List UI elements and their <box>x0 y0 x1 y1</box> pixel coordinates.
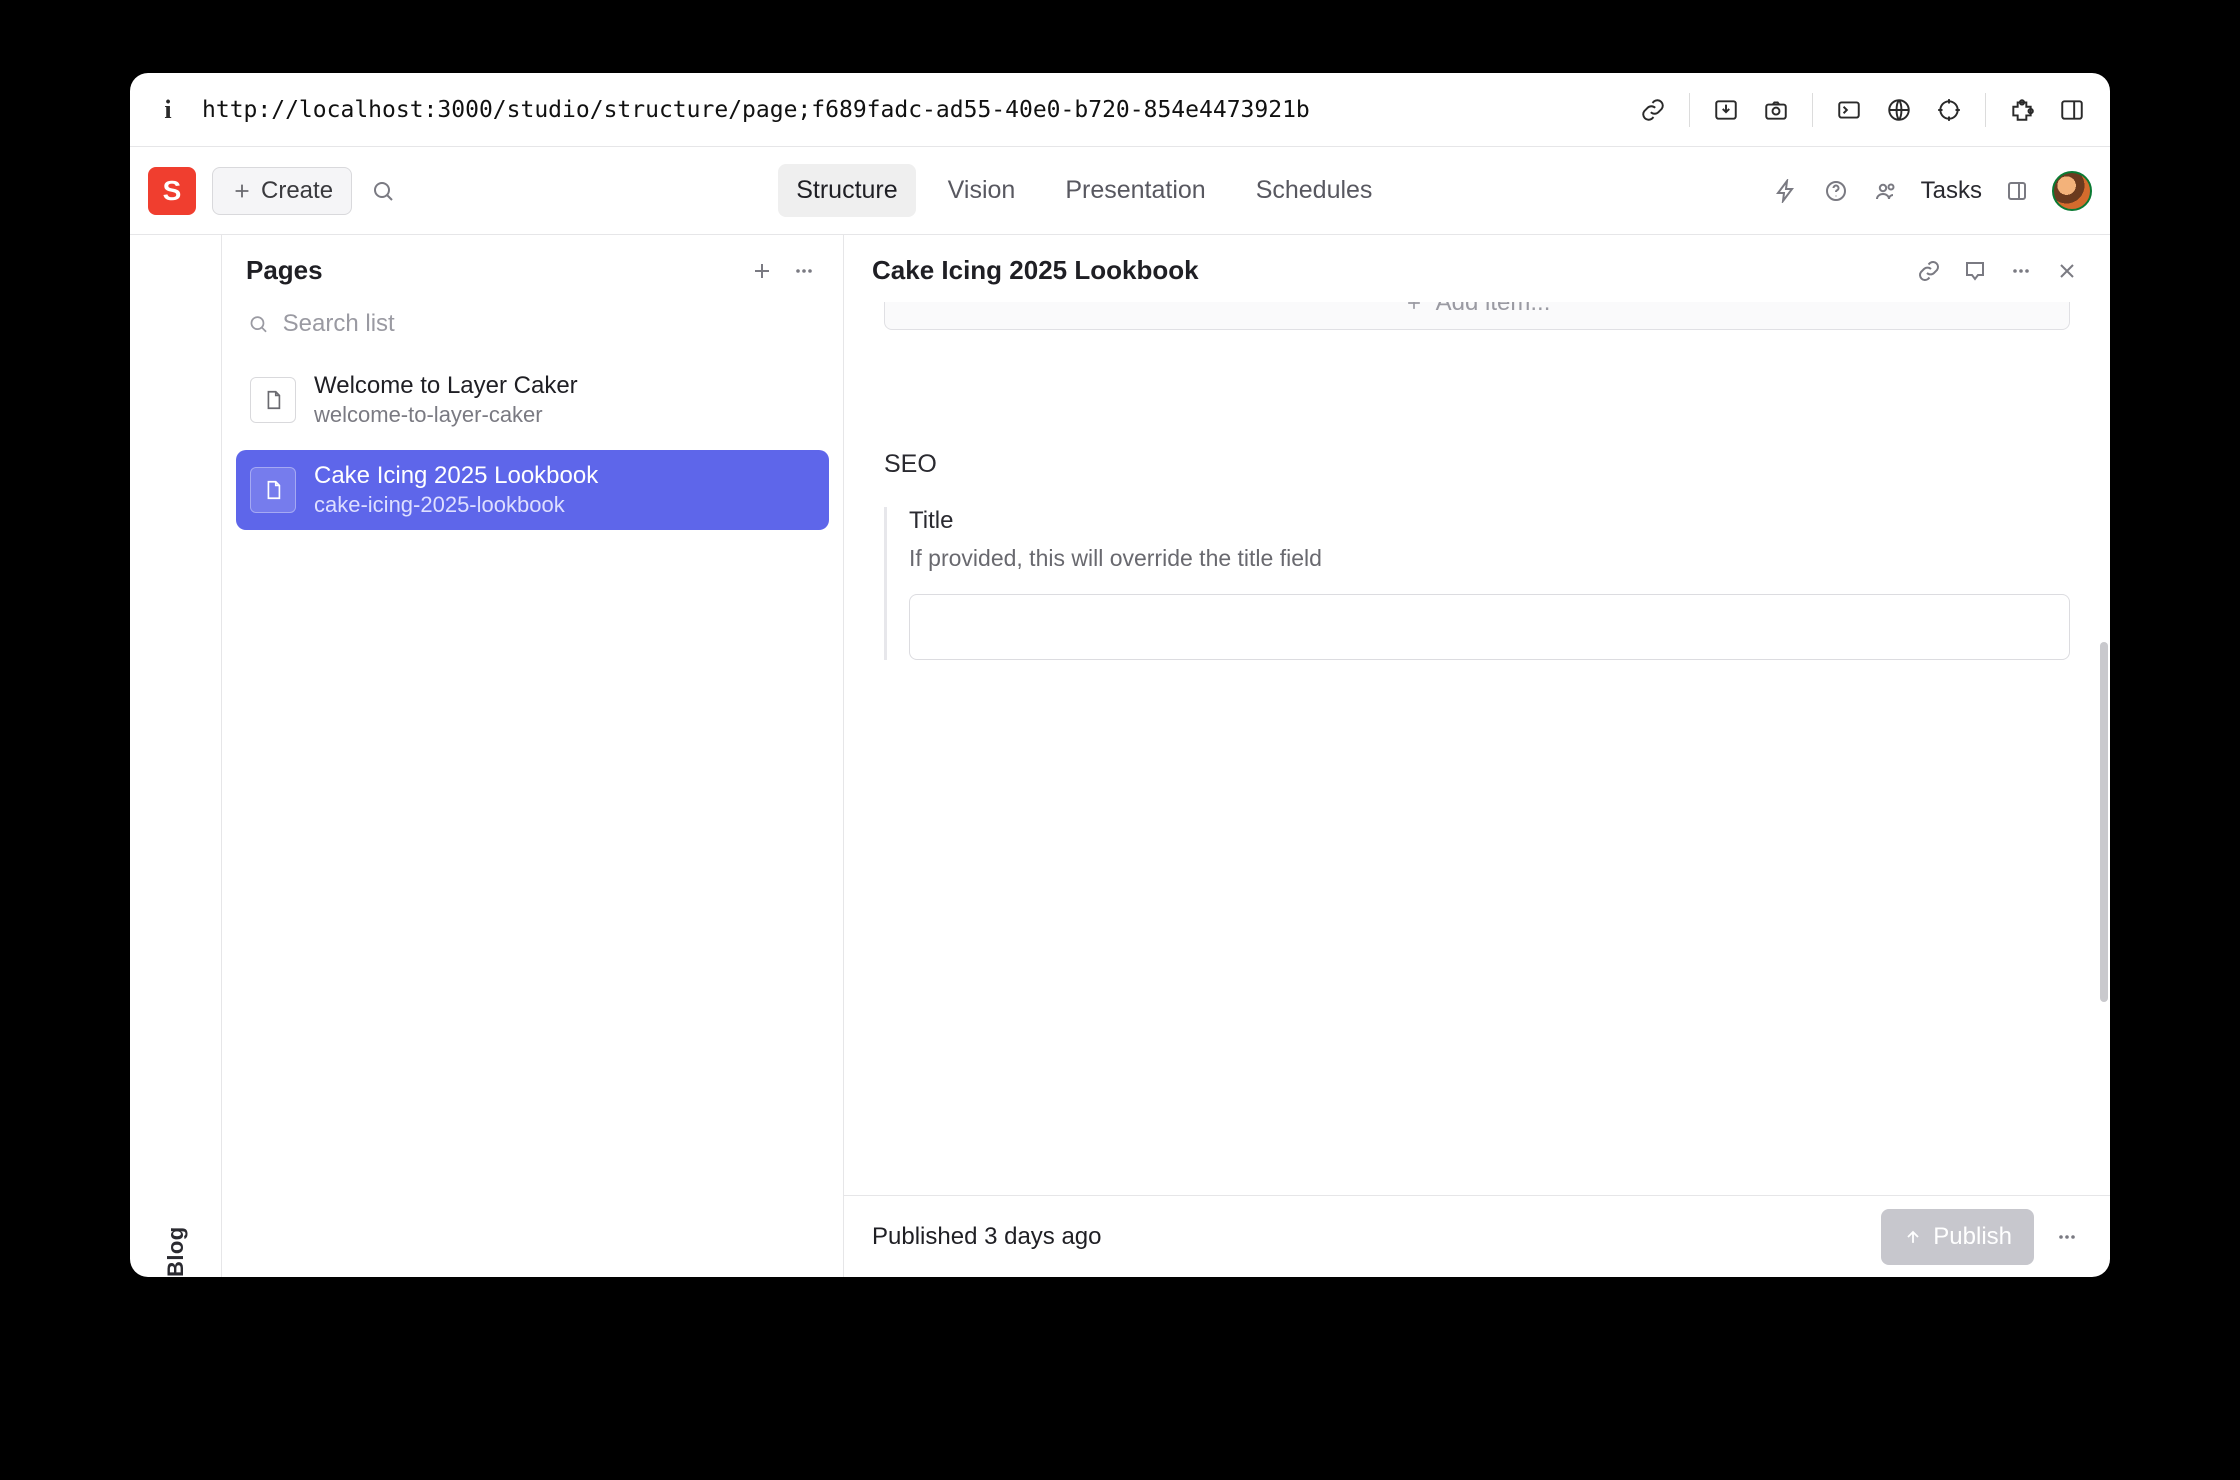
bolt-icon[interactable] <box>1771 176 1801 206</box>
create-button-label: Create <box>261 177 333 205</box>
download-tray-icon[interactable] <box>1712 96 1740 124</box>
publish-button[interactable]: Publish <box>1881 1209 2034 1265</box>
seo-title-input[interactable] <box>909 594 2070 660</box>
nav-tabs: Structure Vision Presentation Schedules <box>414 164 1755 217</box>
list-item-title: Welcome to Layer Caker <box>314 372 578 400</box>
publish-button-label: Publish <box>1933 1223 2012 1251</box>
seo-title-label: Title <box>909 507 2070 535</box>
user-avatar[interactable] <box>2052 171 2092 211</box>
comments-icon[interactable] <box>1960 256 1990 286</box>
tab-structure[interactable]: Structure <box>778 164 915 217</box>
terminal-icon[interactable] <box>1835 96 1863 124</box>
address-url[interactable]: http://localhost:3000/studio/structure/p… <box>202 97 1619 123</box>
target-icon[interactable] <box>1935 96 1963 124</box>
publish-more-icon[interactable] <box>2052 1222 2082 1252</box>
add-page-icon[interactable] <box>747 256 777 286</box>
link-icon[interactable] <box>1639 96 1667 124</box>
tab-schedules[interactable]: Schedules <box>1238 164 1391 217</box>
publish-status-text: Published 3 days ago <box>872 1223 1863 1251</box>
list-item[interactable]: Welcome to Layer Caker welcome-to-layer-… <box>236 360 829 440</box>
app-window: i http://localhost:3000/studio/structure… <box>130 73 2110 1277</box>
list-item[interactable]: Cake Icing 2025 Lookbook cake-icing-2025… <box>236 450 829 530</box>
pages-search-input[interactable] <box>283 310 817 338</box>
info-icon[interactable]: i <box>154 95 182 125</box>
collapsed-rail[interactable]: Blog <box>130 235 222 1277</box>
document-panel: Cake Icing 2025 Lookbook Add item... SEO… <box>844 235 2110 1277</box>
list-item-slug: welcome-to-layer-caker <box>314 402 578 428</box>
add-item-label: Add item... <box>1436 302 1551 317</box>
users-icon[interactable] <box>1871 176 1901 206</box>
app-logo[interactable]: S <box>148 167 196 215</box>
browser-address-bar: i http://localhost:3000/studio/structure… <box>130 73 2110 147</box>
camera-icon[interactable] <box>1762 96 1790 124</box>
tab-presentation[interactable]: Presentation <box>1047 164 1223 217</box>
tab-vision[interactable]: Vision <box>930 164 1034 217</box>
panel-icon[interactable] <box>2002 176 2032 206</box>
pages-more-icon[interactable] <box>789 256 819 286</box>
create-button[interactable]: Create <box>212 167 352 215</box>
document-more-icon[interactable] <box>2006 256 2036 286</box>
add-item-button[interactable]: Add item... <box>884 302 2070 330</box>
seo-title-help: If provided, this will override the titl… <box>909 545 2070 572</box>
extension-icon[interactable] <box>2008 96 2036 124</box>
help-icon[interactable] <box>1821 176 1851 206</box>
app-topbar: S Create Structure Vision Presentation S… <box>130 147 2110 235</box>
rail-label-blog: Blog <box>163 261 189 1277</box>
app-body: Blog Pages Welcome to Layer Caker welcom… <box>130 235 2110 1277</box>
list-item-slug: cake-icing-2025-lookbook <box>314 492 598 518</box>
tasks-label[interactable]: Tasks <box>1921 177 1982 205</box>
document-title: Cake Icing 2025 Lookbook <box>872 255 1898 286</box>
globe-icon[interactable] <box>1885 96 1913 124</box>
close-icon[interactable] <box>2052 256 2082 286</box>
pages-panel-title: Pages <box>246 255 735 286</box>
scrollbar[interactable] <box>2100 642 2108 1002</box>
document-link-icon[interactable] <box>1914 256 1944 286</box>
list-item-title: Cake Icing 2025 Lookbook <box>314 462 598 490</box>
search-icon <box>248 313 269 335</box>
pages-search[interactable] <box>222 306 843 352</box>
seo-section-label: SEO <box>884 450 2070 479</box>
global-search-icon[interactable] <box>368 176 398 206</box>
document-icon <box>250 467 296 513</box>
seo-title-field: Title If provided, this will override th… <box>884 507 2070 660</box>
pages-panel: Pages Welcome to Layer Caker welcome-to-… <box>222 235 844 1277</box>
document-icon <box>250 377 296 423</box>
sidebar-toggle-icon[interactable] <box>2058 96 2086 124</box>
